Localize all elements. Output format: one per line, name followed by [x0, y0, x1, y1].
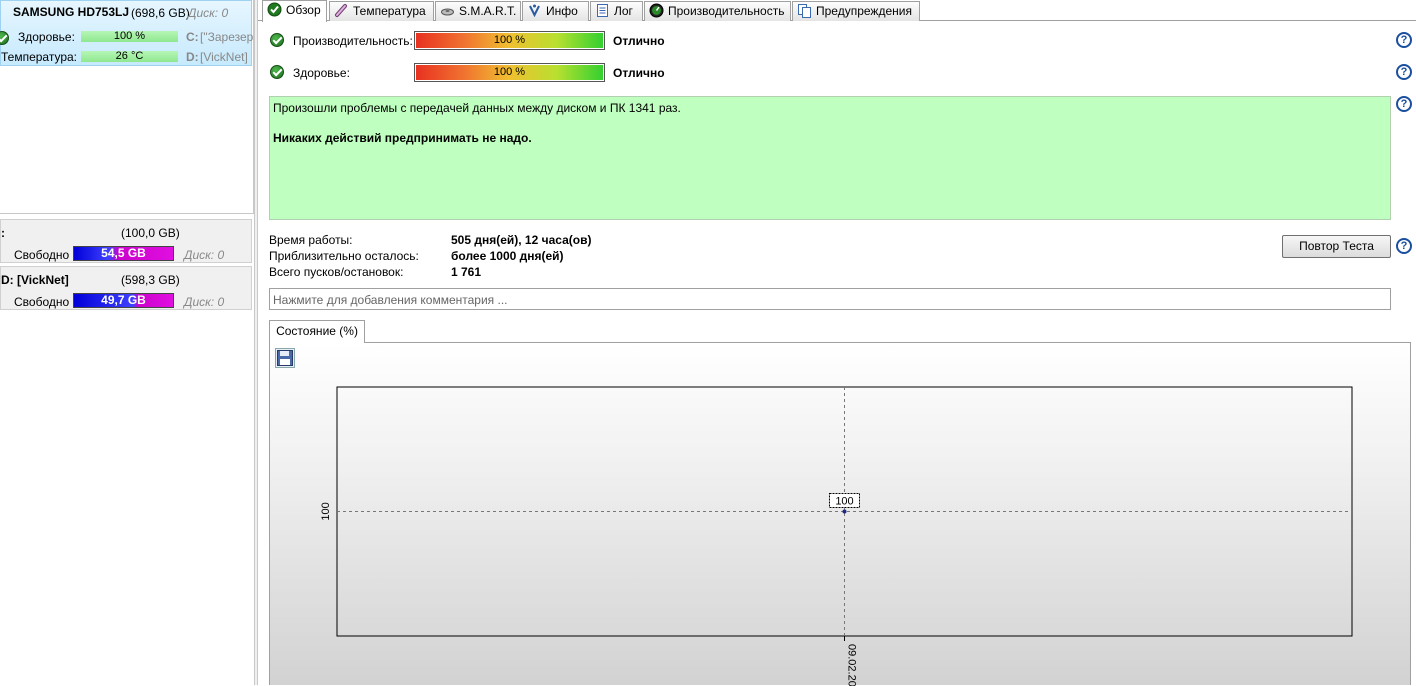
partition-free-label: Свободно	[14, 248, 70, 262]
ok-check-icon	[267, 2, 282, 17]
retest-button[interactable]: Повтор Теста	[1282, 235, 1391, 258]
disk-health-value: 100 %	[113, 30, 146, 42]
details-panel: Обзор Температура S.M.A.R.T. Инфо Лог Пр	[258, 0, 1416, 686]
help-icon[interactable]: ?	[1396, 64, 1412, 80]
tab-state-percent[interactable]: Состояние (%)	[269, 320, 365, 343]
uptime-label: Время работы:	[269, 233, 353, 247]
info-icon	[527, 3, 542, 18]
tab-bar: Обзор Температура S.M.A.R.T. Инфо Лог Пр	[258, 0, 1416, 22]
partition-size: (598,3 GB)	[121, 273, 180, 287]
tab-warnings[interactable]: Предупреждения	[792, 1, 920, 21]
warnings-icon	[797, 3, 812, 18]
disk-list-panel: SAMSUNG HD753LJ (698,6 GB) Диск: 0 Здоро…	[0, 0, 254, 685]
partition-free-bar: 49,7 GB	[73, 293, 174, 308]
y-tick-label: 100	[320, 502, 332, 520]
tab-log[interactable]: Лог	[590, 1, 643, 21]
startstop-value: 1 761	[451, 265, 482, 279]
tab-smart[interactable]: S.M.A.R.T.	[435, 1, 521, 21]
help-icon[interactable]: ?	[1396, 96, 1412, 112]
partition-list: : (100,0 GB) Свободно 54,5 GB Диск: 0 D:…	[0, 219, 254, 315]
health-ok-icon	[0, 31, 9, 45]
state-chart: 100 09.02.2015 100	[320, 386, 1353, 686]
data-label: 100	[835, 496, 853, 508]
performance-label: Производительность:	[293, 34, 413, 48]
disk-health-label: Здоровье:	[18, 30, 75, 44]
disk-card-header[interactable]: SAMSUNG HD753LJ (698,6 GB) Диск: 0 Здоро…	[0, 0, 254, 66]
health-label: Здоровье:	[293, 66, 350, 80]
health-status: Отлично	[613, 66, 665, 80]
thermometer-icon	[334, 3, 349, 18]
disk-number: Диск: 0	[188, 6, 229, 20]
disk-temp-label: Температура:	[1, 50, 78, 64]
remaining-label: Приблизительно осталось:	[269, 249, 419, 263]
partition-free-value: 54,5 GB	[101, 246, 146, 260]
volume-c-letter: C:	[186, 30, 199, 44]
disk-health-bar: 100 %	[81, 31, 178, 42]
partition-free-bar: 54,5 GB	[73, 246, 174, 261]
volume-d-name: [VickNet]	[200, 50, 248, 64]
performance-value: 100 %	[493, 34, 526, 46]
tab-performance[interactable]: Производительность	[644, 1, 791, 21]
remaining-value: более 1000 дня(ей)	[451, 249, 564, 263]
volume-c-name: ["Зарезер	[200, 30, 254, 44]
partition-size: (100,0 GB)	[121, 226, 180, 240]
partition-item[interactable]: : (100,0 GB) Свободно 54,5 GB Диск: 0	[0, 219, 252, 263]
volume-d-letter: D:	[186, 50, 199, 64]
message-line-problems: Произошли проблемы с передачей данных ме…	[273, 101, 681, 115]
health-ok-icon	[270, 65, 284, 79]
state-chart-panel: 100 09.02.2015 100	[269, 342, 1411, 686]
status-message-box: Произошли проблемы с передачей данных ме…	[269, 96, 1391, 220]
tab-overview[interactable]: Обзор	[262, 0, 327, 22]
tab-info[interactable]: Инфо	[522, 1, 589, 21]
partition-item[interactable]: D: [VickNet] (598,3 GB) Свободно 49,7 GB…	[0, 266, 252, 310]
partition-title: D: [VickNet]	[1, 273, 69, 287]
disk-temp-value: 26 °C	[115, 50, 144, 62]
health-bar: 100 %	[414, 63, 605, 82]
performance-bar: 100 %	[414, 31, 605, 50]
disk-capacity: (698,6 GB)	[131, 6, 190, 20]
partition-free-label: Свободно	[14, 295, 70, 309]
smart-disk-icon	[440, 3, 455, 18]
tab-temperature[interactable]: Температура	[329, 1, 434, 21]
health-value: 100 %	[493, 66, 526, 78]
performance-ok-icon	[270, 33, 284, 47]
partition-disk: Диск: 0	[184, 248, 225, 262]
help-icon[interactable]: ?	[1396, 238, 1412, 254]
partition-disk: Диск: 0	[184, 295, 225, 309]
gauge-icon	[649, 3, 664, 18]
disk-temp-bar: 26 °C	[81, 51, 178, 62]
disk-card[interactable]: SAMSUNG HD753LJ (698,6 GB) Диск: 0 Здоро…	[0, 0, 254, 214]
comment-input[interactable]: Нажмите для добавления комментария ...	[269, 288, 1391, 310]
performance-status: Отлично	[613, 34, 665, 48]
startstop-label: Всего пусков/остановок:	[269, 265, 404, 279]
help-icon[interactable]: ?	[1396, 32, 1412, 48]
log-document-icon	[595, 3, 610, 18]
data-point	[842, 509, 847, 514]
partition-free-value: 49,7 GB	[101, 293, 146, 307]
message-line-advice: Никаких действий предпринимать не надо.	[273, 131, 532, 145]
disk-name: SAMSUNG HD753LJ	[13, 5, 130, 19]
partition-title: :	[1, 226, 5, 240]
x-tick-label: 09.02.2015	[846, 644, 858, 686]
uptime-value: 505 дня(ей), 12 часа(ов)	[451, 233, 592, 247]
